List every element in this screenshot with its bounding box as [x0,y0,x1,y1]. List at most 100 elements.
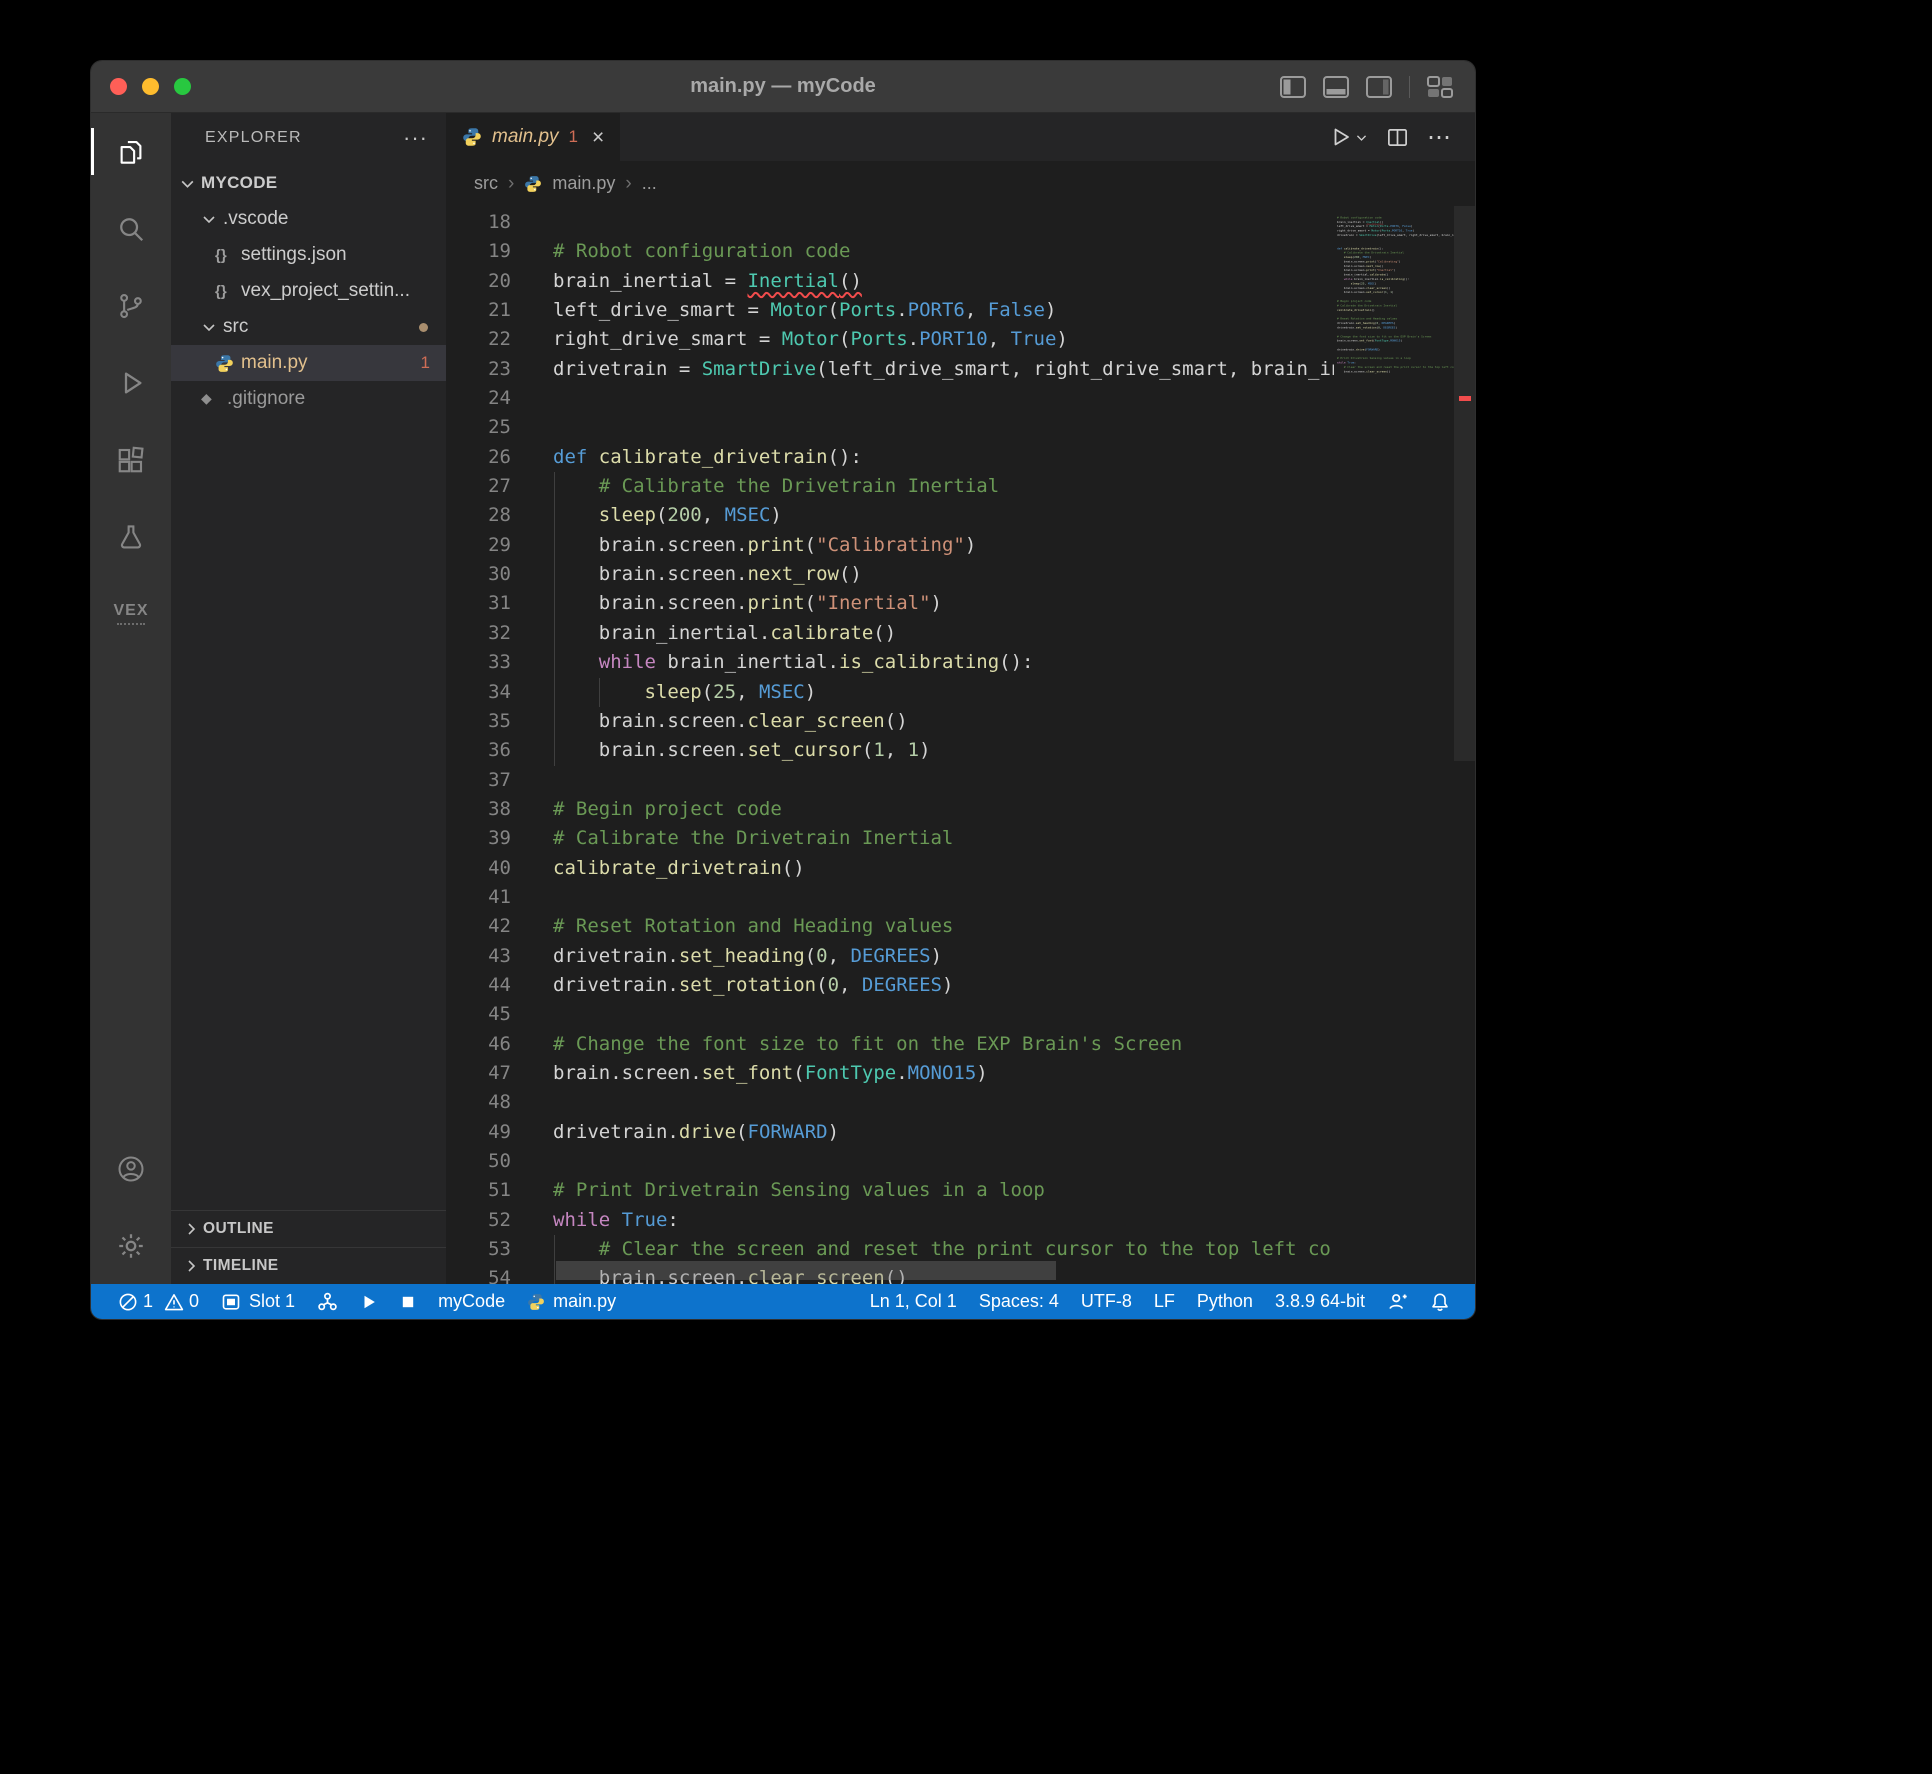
code-line-content [553,208,1334,237]
code-line[interactable]: 41 [446,883,1334,912]
activity-accounts[interactable] [91,1130,171,1207]
breadcrumb-src[interactable]: src [474,173,498,194]
zoom-window-button[interactable] [174,78,191,95]
minimap[interactable]: # Robot configuration codebrain_inertial… [1334,206,1454,1284]
tree-item-src[interactable]: src [171,309,446,345]
python-icon [215,354,241,373]
titlebar[interactable]: main.py — myCode [91,61,1475,113]
toggle-secondary-sidebar-button[interactable] [1366,76,1392,98]
horizontal-scrollbar[interactable] [556,1261,1056,1280]
stop-button[interactable] [389,1284,427,1319]
code-line[interactable]: 36 brain.screen.set_cursor(1, 1) [446,736,1334,765]
tree-item-gitignore[interactable]: ◆.gitignore [171,381,446,417]
tree-item-vscode[interactable]: .vscode [171,201,446,237]
toggle-panel-button[interactable] [1323,76,1349,98]
code-line[interactable]: 33 while brain_inertial.is_calibrating()… [446,648,1334,677]
activity-extensions[interactable] [91,421,171,498]
explorer-more-actions-button[interactable]: ··· [403,125,428,151]
code-line[interactable]: 34 sleep(25, MSEC) [446,678,1334,707]
code-line[interactable]: 49drivetrain.drive(FORWARD) [446,1118,1334,1147]
activity-search[interactable] [91,190,171,267]
editor-more-actions-button[interactable]: ⋯ [1427,123,1453,152]
device-button[interactable] [306,1284,349,1319]
indentation-setting[interactable]: Spaces: 4 [968,1284,1070,1319]
encoding-setting[interactable]: UTF-8 [1070,1284,1143,1319]
line-number: 33 [446,648,553,677]
tab-main-py[interactable]: main.py 1 × [446,113,620,161]
code-line-content [553,883,1334,912]
vertical-scrollbar[interactable] [1454,206,1475,761]
breadcrumb-symbol[interactable]: ... [642,173,657,194]
code-line[interactable]: 31 brain.screen.print("Inertial") [446,589,1334,618]
close-tab-button[interactable]: × [592,127,604,148]
slot-item[interactable]: Slot 1 [210,1284,306,1319]
tree-item-vex-project-settin[interactable]: {}vex_project_settin... [171,273,446,309]
activity-source-control[interactable] [91,267,171,344]
code-line[interactable]: 37 [446,766,1334,795]
project-name[interactable]: myCode [427,1284,516,1319]
code-line[interactable]: 42# Reset Rotation and Heading values [446,912,1334,941]
code-line[interactable]: 38# Begin project code [446,795,1334,824]
code-line[interactable]: 46# Change the font size to fit on the E… [446,1030,1334,1059]
cursor-position[interactable]: Ln 1, Col 1 [859,1284,968,1319]
code-line[interactable]: 47brain.screen.set_font(FontType.MONO15) [446,1059,1334,1088]
notifications-button[interactable] [1419,1284,1461,1319]
toggle-primary-sidebar-button[interactable] [1280,76,1306,98]
code-line[interactable]: 51# Print Drivetrain Sensing values in a… [446,1176,1334,1205]
activity-testing[interactable] [91,498,171,575]
code-editor[interactable]: 1819# Robot configuration code20brain_in… [446,206,1334,1284]
code-line[interactable]: 28 sleep(200, MSEC) [446,501,1334,530]
code-line[interactable]: 50 [446,1147,1334,1176]
code-line[interactable]: 23drivetrain = SmartDrive(left_drive_sma… [446,355,1334,384]
split-editor-button[interactable] [1386,126,1409,149]
code-line[interactable]: 29 brain.screen.print("Calibrating") [446,531,1334,560]
overview-ruler[interactable] [1454,206,1475,1284]
activity-settings[interactable] [91,1207,171,1284]
code-line[interactable]: 18 [446,208,1334,237]
close-window-button[interactable] [110,78,127,95]
play-icon [360,1293,378,1311]
language-mode[interactable]: Python [1186,1284,1264,1319]
tree-item-settings-json[interactable]: {}settings.json [171,237,446,273]
code-line-content [553,1147,1334,1176]
code-line[interactable]: 24 [446,384,1334,413]
tree-item-main-py[interactable]: main.py1 [171,345,446,381]
code-line[interactable]: 30 brain.screen.next_row() [446,560,1334,589]
active-file-item[interactable]: main.py [516,1284,627,1319]
code-line[interactable]: 39# Calibrate the Drivetrain Inertial [446,824,1334,853]
code-line[interactable]: 44drivetrain.set_rotation(0, DEGREES) [446,971,1334,1000]
code-line[interactable]: 22right_drive_smart = Motor(Ports.PORT10… [446,325,1334,354]
timeline-section[interactable]: TIMELINE [171,1247,446,1284]
eol-setting[interactable]: LF [1143,1284,1186,1319]
code-line[interactable]: 26def calibrate_drivetrain(): [446,443,1334,472]
code-line[interactable]: 20brain_inertial = Inertial() [446,267,1334,296]
code-line[interactable]: 53 # Clear the screen and reset the prin… [446,1235,1334,1264]
code-line[interactable]: 27 # Calibrate the Drivetrain Inertial [446,472,1334,501]
code-line[interactable]: 25 [446,413,1334,442]
feedback-button[interactable] [1376,1284,1419,1319]
json-icon: {} [215,283,241,300]
run-button[interactable] [1328,125,1368,149]
python-interpreter[interactable]: 3.8.9 64-bit [1264,1284,1376,1319]
activity-run-debug[interactable] [91,344,171,421]
code-line[interactable]: 40calibrate_drivetrain() [446,854,1334,883]
code-line[interactable]: 45 [446,1000,1334,1029]
play-button[interactable] [349,1284,389,1319]
code-line[interactable]: 43drivetrain.set_heading(0, DEGREES) [446,942,1334,971]
tree-item-mycode[interactable]: MYCODE [171,165,446,201]
minimize-window-button[interactable] [142,78,159,95]
breadcrumb-file[interactable]: main.py [552,173,615,194]
line-number: 20 [446,267,553,296]
code-line[interactable]: 19# Robot configuration code [446,237,1334,266]
customize-layout-button[interactable] [1427,76,1453,98]
code-line[interactable]: 48 [446,1088,1334,1117]
activity-explorer[interactable] [91,113,171,190]
code-line[interactable]: 32 brain_inertial.calibrate() [446,619,1334,648]
code-line[interactable]: 21left_drive_smart = Motor(Ports.PORT6, … [446,296,1334,325]
code-line[interactable]: 52while True: [446,1206,1334,1235]
status-bar: 1 0 Slot 1 myCode main.py Ln 1, Col 1 Sp… [91,1284,1475,1319]
activity-vex[interactable]: VEX [91,575,171,652]
code-line[interactable]: 35 brain.screen.clear_screen() [446,707,1334,736]
outline-section[interactable]: OUTLINE [171,1210,446,1247]
problems-item[interactable]: 1 0 [107,1284,210,1319]
